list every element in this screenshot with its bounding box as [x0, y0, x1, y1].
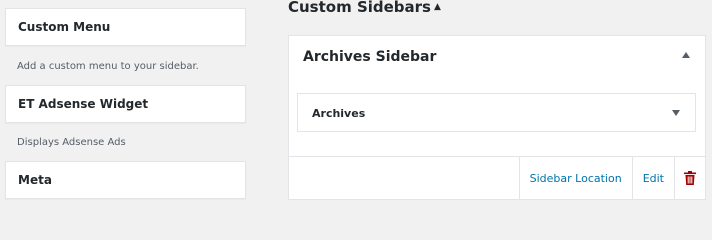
widget-title: Custom Menu [18, 20, 111, 34]
custom-sidebars-heading[interactable]: Custom Sidebars ▲ [288, 0, 441, 16]
available-widgets: Custom Menu Add a custom menu to your si… [0, 0, 252, 200]
widget-description: Displays Adsense Ads [17, 137, 126, 148]
widget-description: Add a custom menu to your sidebar. [17, 61, 199, 72]
widget-custom-menu[interactable]: Custom Menu [5, 8, 246, 46]
custom-sidebars-area: Custom Sidebars ▲ Archives Sidebar Archi… [272, 0, 712, 200]
section-heading-label: Custom Sidebars [288, 0, 431, 16]
widget-title: Meta [18, 173, 52, 187]
trash-icon[interactable] [674, 157, 705, 199]
sidebar-title: Archives Sidebar [303, 49, 437, 65]
edit-link[interactable]: Edit [631, 157, 674, 199]
sidebar-location-link[interactable]: Sidebar Location [518, 157, 632, 199]
sidebar-footer: Sidebar Location Edit [289, 156, 705, 199]
sidebar-archives: Archives Sidebar Archives Sidebar Locati… [288, 35, 706, 200]
widget-et-adsense[interactable]: ET Adsense Widget [5, 85, 246, 123]
triangle-down-icon[interactable] [667, 104, 685, 122]
sidebar-widget-archives[interactable]: Archives [297, 93, 696, 132]
widget-title: ET Adsense Widget [18, 97, 149, 111]
sidebar-actions: Sidebar Location Edit [518, 157, 705, 199]
triangle-up-icon[interactable] [677, 46, 695, 64]
widget-meta[interactable]: Meta [5, 161, 246, 199]
triangle-up-down-icon: ▲ [433, 2, 441, 12]
sidebar-widget-title: Archives [312, 107, 366, 120]
